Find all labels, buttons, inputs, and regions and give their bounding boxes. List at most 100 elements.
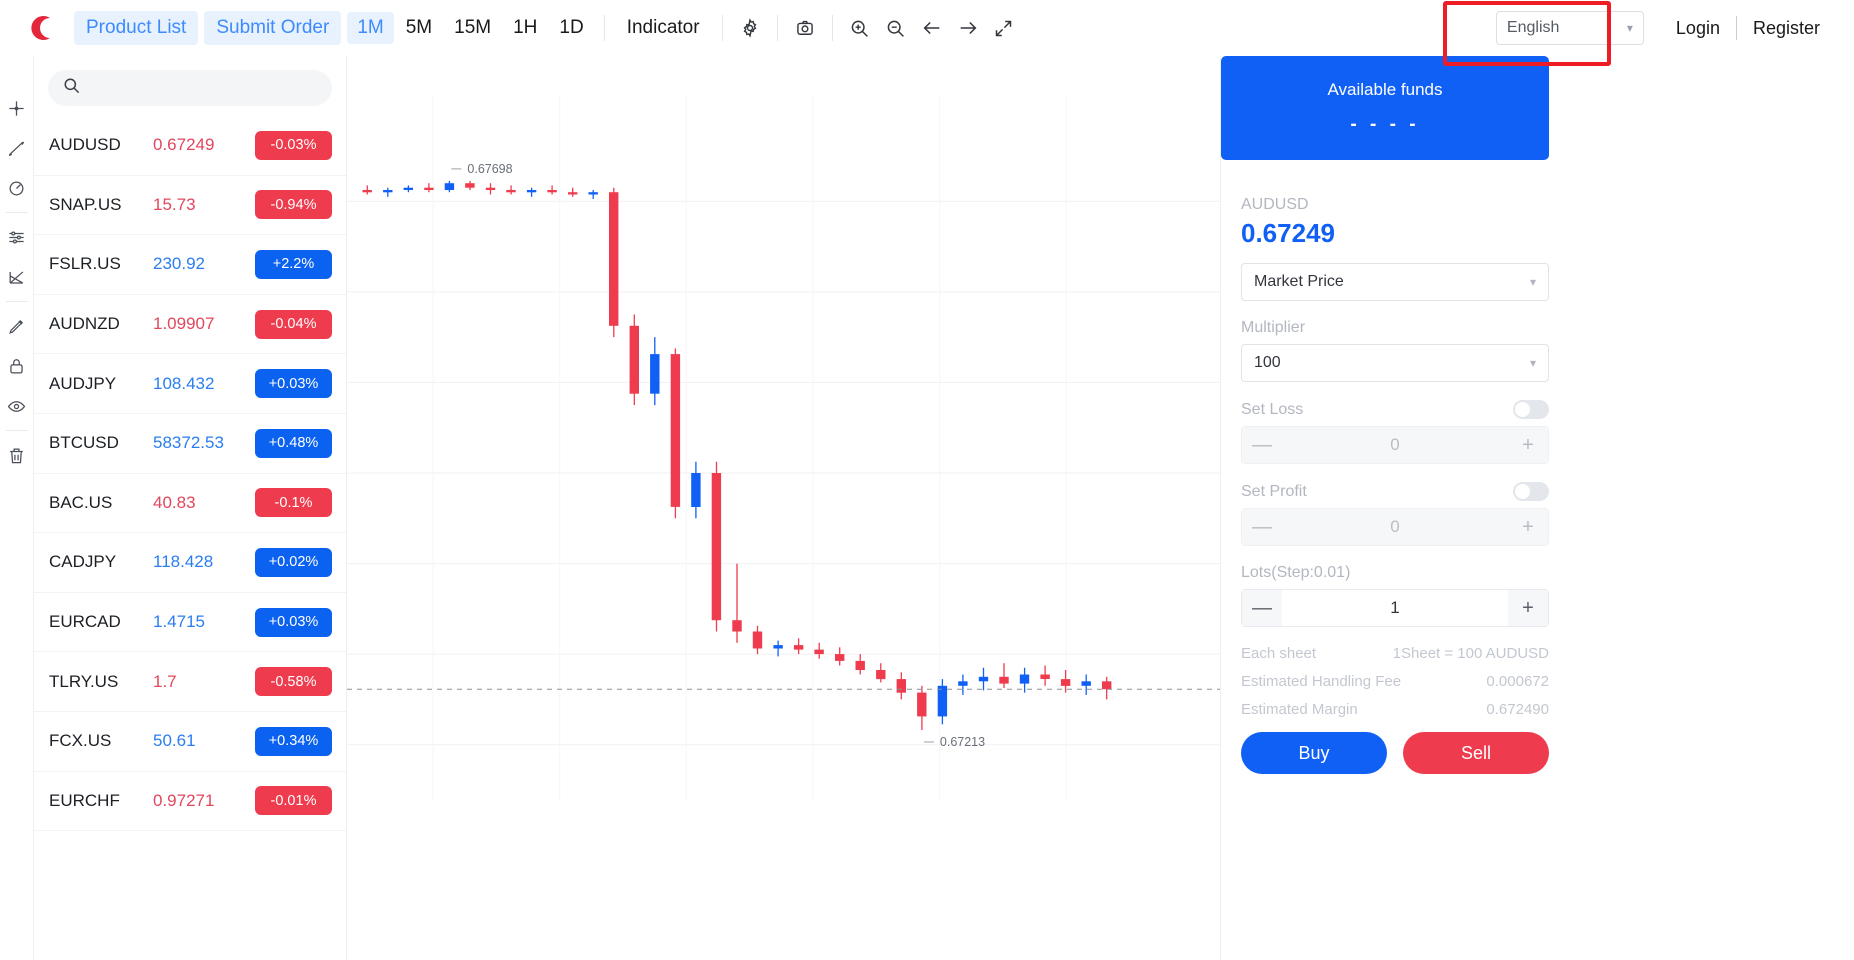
watchlist-row[interactable]: AUDUSD 0.67249 -0.03% [34,116,346,176]
watchlist-symbol: BTCUSD [49,433,119,453]
indicator-button[interactable]: Indicator [615,11,712,45]
app-header: Product List Submit Order 1M 5M 15M 1H 1… [0,0,1854,56]
trendline-tool-icon[interactable] [0,128,34,168]
set-profit-toggle[interactable] [1513,482,1549,501]
toolbar-divider [831,15,833,41]
watchlist-price: 15.73 [153,194,196,214]
arrow-right-icon[interactable] [951,11,985,45]
multiplier-select[interactable]: 100 ▾ [1241,344,1549,382]
watchlist-symbol: CADJPY [49,552,117,572]
watchlist-change-badge: -0.94% [255,190,332,220]
watchlist-symbol: EURCHF [49,790,120,810]
watchlist-row[interactable]: FCX.US 50.61 +0.34% [34,712,346,772]
brand-logo[interactable] [0,11,74,45]
order-form: AUDUSD 0.67249 Market Price ▾ Multiplier… [1241,196,1549,774]
watchlist-row[interactable]: AUDJPY 108.432 +0.03% [34,354,346,414]
order-type-value: Market Price [1254,273,1344,290]
language-select[interactable]: English ▾ [1495,11,1644,45]
camera-icon[interactable] [788,11,822,45]
watchlist-price: 40.83 [153,492,196,512]
login-button[interactable]: Login [1660,12,1736,45]
watchlist-row[interactable]: EURCHF 0.97271 -0.01% [34,772,346,832]
multiplier-value: 100 [1254,354,1281,371]
set-profit-value[interactable]: 0 [1282,517,1508,537]
set-loss-toggle[interactable] [1513,400,1549,419]
nav-product-list[interactable]: Product List [74,11,199,45]
shapes-tool-icon[interactable] [0,168,34,208]
fee-row: Estimated Handling Fee 0.000672 [1241,673,1549,690]
watchlist-row[interactable]: TLRY.US 1.7 -0.58% [34,652,346,712]
search-wrap [34,56,346,116]
watchlist-change-badge: -0.03% [255,130,332,160]
lots-stepper[interactable]: — 1 + [1241,589,1549,627]
watchlist-price: 0.67249 [153,135,215,155]
fee-label: Estimated Margin [1241,701,1358,718]
settings-sliders-icon[interactable] [0,217,34,257]
arrow-left-icon[interactable] [915,11,949,45]
watchlist-symbol: AUDNZD [49,314,120,334]
watchlist-change-badge: +0.03% [255,369,332,399]
search-box[interactable] [48,70,332,106]
watchlist-row[interactable]: FSLR.US 230.92 +2.2% [34,235,346,295]
sell-button[interactable]: Sell [1403,732,1549,774]
watchlist-price: 230.92 [153,254,205,274]
nav-submit-order[interactable]: Submit Order [204,11,342,45]
register-button[interactable]: Register [1737,12,1836,45]
set-loss-plus-button[interactable]: + [1508,427,1548,463]
watchlist-symbol: AUDJPY [49,373,117,393]
fib-fan-tool-icon[interactable] [0,257,34,297]
gear-icon[interactable] [733,11,767,45]
zoom-out-icon[interactable] [879,11,913,45]
set-profit-stepper[interactable]: — 0 + [1241,508,1549,546]
watchlist-price: 58372.53 [153,433,224,453]
crosshair-tool-icon[interactable] [0,88,34,128]
search-input[interactable] [91,79,318,97]
watchlist-row[interactable]: SNAP.US 15.73 -0.94% [34,176,346,236]
fullscreen-icon[interactable] [987,11,1021,45]
set-loss-stepper[interactable]: — 0 + [1241,426,1549,464]
watchlist-row[interactable]: BTCUSD 58372.53 +0.48% [34,414,346,474]
lock-tool-icon[interactable] [0,346,34,386]
watchlist-change-badge: -0.04% [255,309,332,339]
watchlist-price: 1.7 [153,671,177,691]
price-chart[interactable]: 0.67698 0.67213 [347,56,1220,960]
visibility-tool-icon[interactable] [0,386,34,426]
watchlist-row[interactable]: EURCAD 1.4715 +0.03% [34,593,346,653]
multiplier-label: Multiplier [1241,319,1306,336]
fee-value: 0.000672 [1486,673,1549,690]
watchlist-symbol: FCX.US [49,731,112,751]
order-type-select[interactable]: Market Price ▾ [1241,263,1549,301]
rail-divider [5,430,28,431]
timeframe-1m[interactable]: 1M [347,12,394,44]
brand-logo-icon [29,14,50,41]
watchlist-change-badge: +2.2% [255,249,332,279]
watchlist-row[interactable]: AUDNZD 1.09907 -0.04% [34,295,346,355]
timeframe-1h[interactable]: 1H [503,12,547,44]
watchlist-row[interactable]: BAC.US 40.83 -0.1% [34,474,346,534]
trash-tool-icon[interactable] [0,435,34,475]
watchlist-price: 1.4715 [153,612,205,632]
set-loss-minus-button[interactable]: — [1242,427,1282,463]
lots-value[interactable]: 1 [1282,598,1508,618]
zoom-in-icon[interactable] [843,11,877,45]
lots-plus-button[interactable]: + [1508,590,1548,626]
set-profit-plus-button[interactable]: + [1508,509,1548,545]
pencil-tool-icon[interactable] [0,306,34,346]
chart-tool-rail [0,56,34,960]
watchlist-symbol: FSLR.US [49,254,121,274]
watchlist-row[interactable]: CADJPY 118.428 +0.02% [34,533,346,593]
trading-app: Product List Submit Order 1M 5M 15M 1H 1… [0,0,1854,960]
chevron-down-icon: ▾ [1529,356,1536,370]
order-price: 0.67249 [1241,218,1335,248]
timeframe-1d[interactable]: 1D [549,12,593,44]
watchlist-panel: AUDUSD 0.67249 -0.03% SNAP.US 15.73 -0.94% FSL… [34,56,347,960]
set-profit-minus-button[interactable]: — [1242,509,1282,545]
available-funds-value: - - - - [1350,114,1420,135]
lots-minus-button[interactable]: — [1242,590,1282,626]
set-loss-value[interactable]: 0 [1282,435,1508,455]
buy-button[interactable]: Buy [1241,732,1387,774]
watchlist-symbol: SNAP.US [49,194,122,214]
watchlist-change-badge: -0.58% [255,667,332,697]
timeframe-5m[interactable]: 5M [396,12,442,44]
timeframe-15m[interactable]: 15M [444,12,501,44]
